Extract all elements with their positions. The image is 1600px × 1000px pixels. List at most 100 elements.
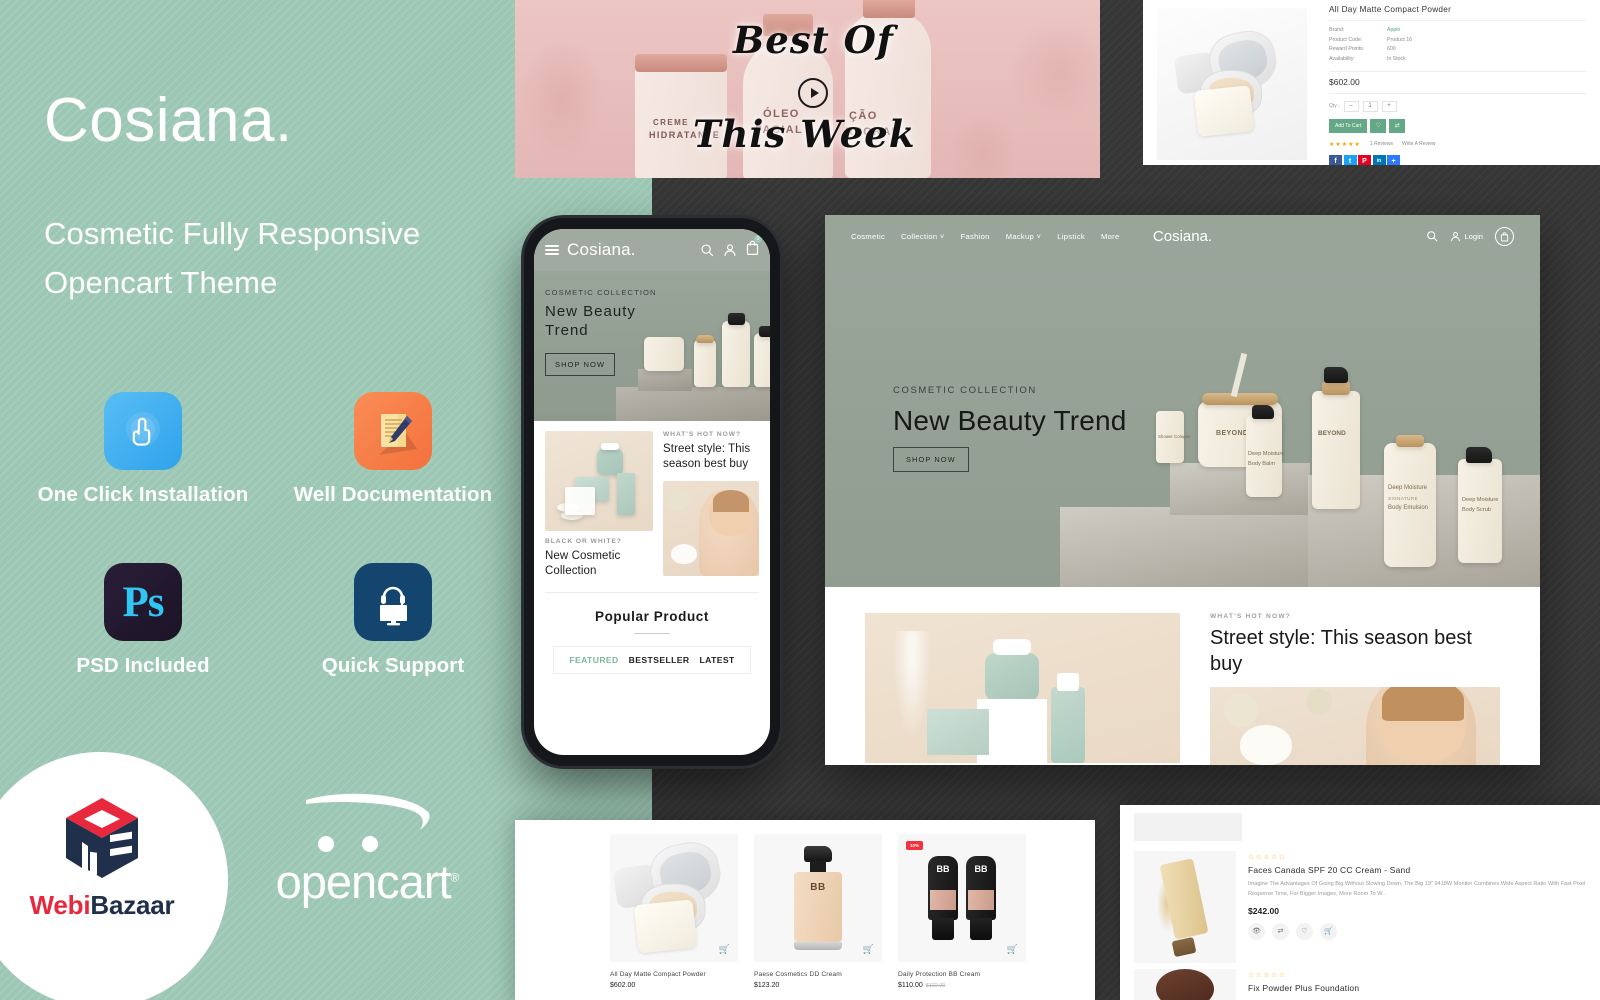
product-card[interactable]: 10% BB BB 🛒 Daily Protection BB Cream $1… — [898, 834, 1026, 989]
product-name[interactable]: Paese Cosmetics DD Cream — [754, 971, 882, 978]
shopping-bag-icon[interactable]: 0 — [746, 235, 762, 260]
feature-list: One Click Installation Well Documentatio… — [18, 392, 518, 678]
phone-promo-caption-left: BLACK OR WHITE? New Cosmetic Collection — [545, 538, 653, 579]
add-to-cart-icon[interactable]: 🛒 — [719, 944, 730, 955]
product-card[interactable]: BB 🛒 Paese Cosmetics DD Cream $123.20 — [754, 834, 882, 989]
addthis-icon[interactable]: + — [1387, 154, 1400, 165]
add-to-cart-icon[interactable]: 🛒 — [863, 944, 874, 955]
write-review-link[interactable]: Write A Review — [1402, 141, 1436, 147]
phone-mockup: Cosiana. 0 COSMETIC COLLECTION New Beaut… — [524, 218, 780, 766]
linkedin-icon[interactable]: in — [1372, 154, 1386, 165]
nav-item-more[interactable]: More — [1101, 232, 1120, 241]
user-account-icon[interactable] — [723, 243, 737, 257]
phone-promo-card-left[interactable]: BLACK OR WHITE? New Cosmetic Collection — [545, 431, 653, 579]
quantity-increase-button[interactable]: + — [1381, 100, 1397, 112]
powder-pan-illustration — [1156, 969, 1214, 1000]
nav-item-lipstick[interactable]: Lipstick — [1057, 232, 1085, 241]
powder-puff — [633, 899, 698, 954]
best-of-week-banner[interactable]: CREME HIDRATANTE ÓLEO FACIAL ÇÃO RPORAL … — [515, 0, 1100, 178]
quantity-decrease-button[interactable]: – — [1343, 100, 1359, 112]
nav-item-mackup[interactable]: Mackup ˅ — [1006, 232, 1042, 241]
phone-promo-card-right[interactable]: WHAT'S HOT NOW? Street style: This seaso… — [663, 431, 759, 579]
hamburger-menu-icon[interactable] — [545, 242, 559, 257]
quantity-stepper[interactable]: Qty : – 1 + — [1329, 100, 1586, 112]
phone-promo-image-right — [663, 481, 759, 577]
tab-featured[interactable]: FEATURED — [569, 655, 618, 665]
product-name[interactable]: Daily Protection BB Cream — [898, 971, 1026, 978]
phone-site-logo[interactable]: Cosiana. — [567, 240, 692, 260]
desktop-lower-photo[interactable] — [1210, 687, 1500, 765]
webibazaar-name-part-2: Bazaar — [90, 890, 175, 920]
support-headset-icon — [354, 563, 432, 641]
desktop-site-header: Cosmetic Collection ˅ Fashion Mackup ˅ L… — [825, 215, 1540, 257]
phone-product-tabs: FEATURED BESTSELLER LATEST — [553, 646, 751, 675]
opencart-cart-icon — [306, 793, 430, 852]
photoshop-glyph: Ps — [122, 578, 165, 626]
list-item-image[interactable] — [1134, 851, 1236, 963]
quick-view-icon[interactable]: 👁 — [1248, 922, 1265, 940]
rating-stars: ☆☆☆☆☆ — [1248, 972, 1287, 979]
list-item-title[interactable]: Faces Canada SPF 20 CC Cream - Sand — [1248, 865, 1586, 875]
compare-icon[interactable]: ⇄ — [1389, 118, 1406, 133]
spec-value: Product 16 — [1387, 36, 1413, 43]
compare-icon[interactable]: ⇄ — [1272, 922, 1289, 940]
nav-item-collection[interactable]: Collection ˅ — [901, 232, 945, 241]
heading-underline — [634, 633, 670, 635]
facebook-icon[interactable]: f — [1329, 154, 1342, 165]
desktop-hero-eyebrow: COSMETIC COLLECTION — [893, 385, 1037, 396]
phone-shop-now-button[interactable]: SHOP NOW — [545, 353, 616, 376]
feature-label: One Click Installation — [37, 483, 249, 506]
desktop-lower-eyebrow: WHAT'S HOT NOW? — [1210, 613, 1291, 620]
spec-key: Reward Points: — [1329, 46, 1365, 53]
login-label: Login — [1464, 231, 1483, 241]
quantity-label: Qty : — [1329, 103, 1340, 109]
creme-jar-cap — [635, 54, 727, 72]
add-to-cart-icon[interactable]: 🛒 — [1320, 922, 1337, 940]
product-image[interactable]: BB 🛒 — [754, 834, 882, 962]
phone-promo-image-left — [545, 431, 653, 531]
photoshop-icon: Ps — [104, 563, 182, 641]
twitter-icon[interactable]: t — [1343, 154, 1357, 165]
product-detail-image[interactable] — [1157, 8, 1307, 160]
list-item-image[interactable] — [1134, 969, 1236, 1000]
shopping-bag-icon[interactable] — [1495, 226, 1514, 246]
product-image[interactable]: 🛒 — [610, 834, 738, 962]
nav-item-cosmetic[interactable]: Cosmetic — [851, 232, 885, 241]
wishlist-heart-icon[interactable]: ♡ — [1296, 922, 1313, 940]
play-button-icon[interactable] — [798, 78, 828, 108]
list-item-title[interactable]: Fix Powder Plus Foundation — [1248, 983, 1586, 993]
list-item[interactable]: ☆☆☆☆☆ Fix Powder Plus Foundation — [1120, 963, 1600, 1000]
product-image[interactable]: 10% BB BB 🛒 — [898, 834, 1026, 962]
desktop-hero-banner[interactable]: COSMETIC COLLECTION New Beauty Trend SHO… — [825, 257, 1540, 587]
webibazaar-cube-icon — [66, 798, 138, 878]
spec-key: Product Code: — [1329, 36, 1363, 43]
feature-well-documentation: Well Documentation — [268, 392, 518, 507]
powder-puff — [1193, 85, 1255, 137]
login-link[interactable]: Login — [1450, 231, 1483, 242]
bb-cream-pump-illustration: BB — [790, 846, 846, 950]
add-to-cart-icon[interactable]: 🛒 — [1007, 944, 1018, 955]
desktop-shop-now-button[interactable]: SHOP NOW — [893, 447, 969, 472]
quantity-input[interactable]: 1 — [1362, 100, 1378, 112]
opencart-registered-mark: ® — [450, 870, 460, 885]
list-item[interactable]: ☆☆☆☆☆ Faces Canada SPF 20 CC Cream - San… — [1120, 841, 1600, 963]
product-card[interactable]: 🛒 All Day Matte Compact Powder $602.00 — [610, 834, 738, 989]
compact-powder-illustration — [612, 836, 733, 954]
phone-header-icons: 0 — [700, 235, 762, 260]
search-icon[interactable] — [700, 243, 714, 257]
review-count[interactable]: 1 Reviews — [1370, 141, 1393, 147]
product-name[interactable]: All Day Matte Compact Powder — [610, 971, 738, 978]
pinterest-icon[interactable]: P — [1358, 154, 1371, 165]
add-to-cart-button[interactable]: Add To Cart — [1329, 118, 1368, 133]
tab-latest[interactable]: LATEST — [700, 655, 735, 665]
spec-value[interactable]: Apple — [1387, 26, 1400, 36]
product-detail-mockup: All Day Matte Compact Powder Brand: Apple… — [1143, 0, 1600, 165]
tab-bestseller[interactable]: BESTSELLER — [629, 655, 690, 665]
nav-item-fashion[interactable]: Fashion — [961, 232, 990, 241]
phone-site-header: Cosiana. 0 — [534, 229, 770, 271]
webibazaar-logo: WebiBazaar — [22, 790, 182, 921]
heart-icon[interactable]: ♡ — [1370, 118, 1387, 133]
desktop-promo-image[interactable] — [865, 613, 1180, 763]
search-icon[interactable] — [1426, 230, 1438, 242]
phone-hero-banner[interactable]: COSMETIC COLLECTION New Beauty Trend SHO… — [534, 271, 770, 421]
